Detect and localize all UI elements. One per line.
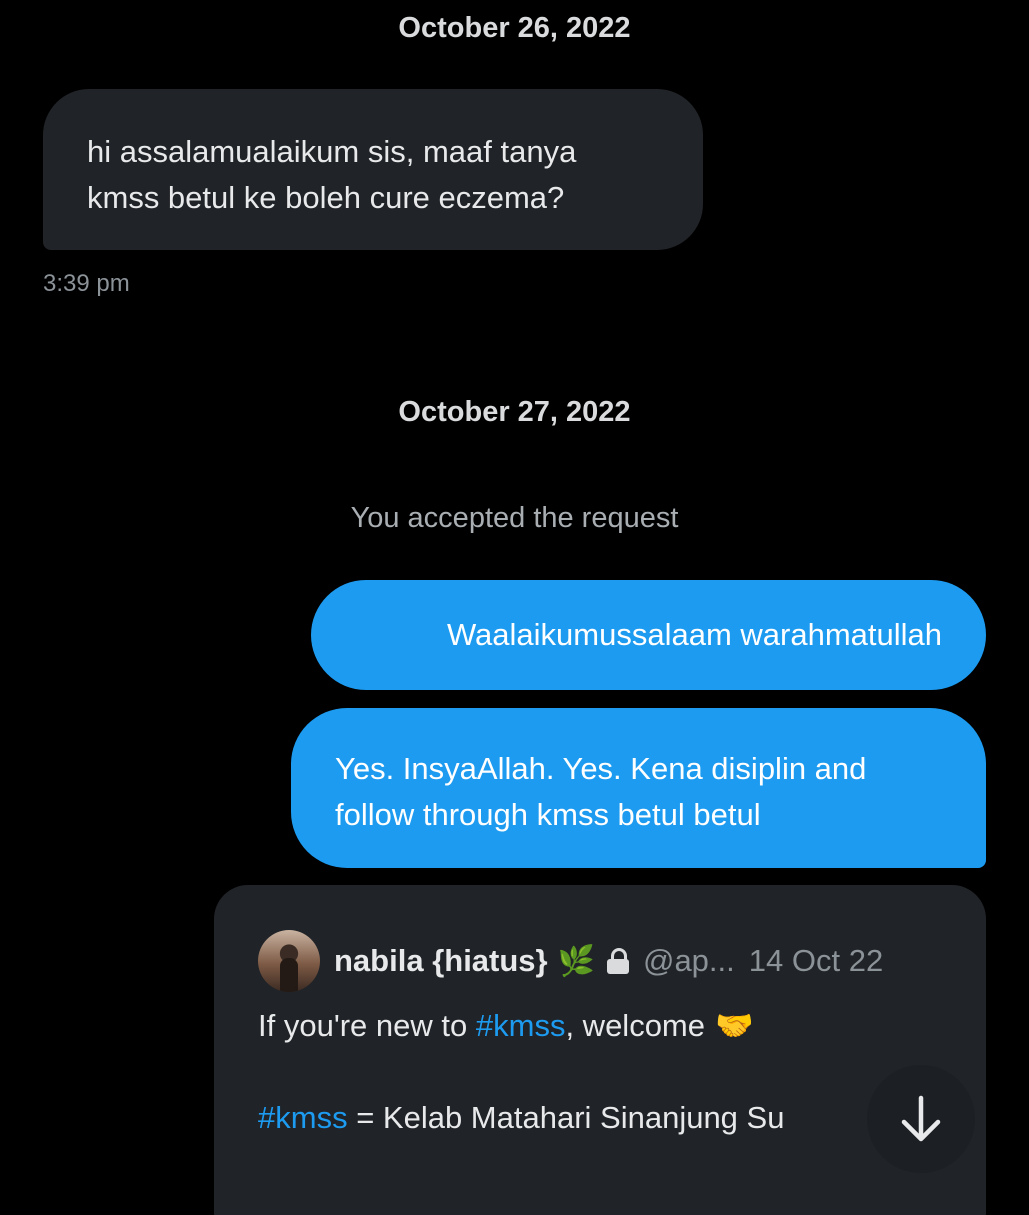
hashtag-link[interactable]: #kmss <box>476 1008 566 1043</box>
sent-message-bubble[interactable]: Waalaikumussalaam warahmatullah <box>311 580 986 690</box>
message-text: Waalaikumussalaam warahmatullah <box>446 617 942 652</box>
arrow-down-icon <box>901 1095 941 1142</box>
author-name: nabila {hiatus} <box>334 943 548 978</box>
request-accepted-note: You accepted the request <box>350 502 679 534</box>
message-text-line: hi assalamualaikum sis, maaf tanya <box>87 134 577 169</box>
date-separator: October 26, 2022 <box>398 12 631 44</box>
herb-emoji: 🌿 <box>557 944 595 978</box>
author-handle: @ap... <box>642 943 735 978</box>
post-text-line: #kmss = Kelab Matahari Sinanjung Su <box>258 1095 942 1141</box>
post-text: = Kelab Matahari Sinanjung Su <box>347 1100 785 1135</box>
lock-icon <box>606 948 629 974</box>
received-message-bubble[interactable]: hi assalamualaikum sis, maaf tanya kmss … <box>43 89 703 250</box>
message-text-line: follow through kmss betul betul <box>335 797 761 832</box>
quoted-post-card[interactable]: nabila {hiatus} 🌿 @ap... 14 Oct 22 If yo… <box>214 885 986 1215</box>
sent-message-bubble[interactable]: Yes. InsyaAllah. Yes. Kena disiplin and … <box>291 708 986 868</box>
post-date: 14 Oct 22 <box>748 943 884 978</box>
date-separator: October 27, 2022 <box>398 396 631 428</box>
quoted-post-header: nabila {hiatus} 🌿 @ap... 14 Oct 22 <box>258 929 942 993</box>
avatar[interactable] <box>258 930 320 992</box>
post-text-line: If you're new to #kmss, welcome 🤝 <box>258 1003 942 1049</box>
message-text-line: kmss betul ke boleh cure eczema? <box>87 180 565 215</box>
hashtag-link[interactable]: #kmss <box>258 1100 348 1135</box>
message-text-line: Yes. InsyaAllah. Yes. Kena disiplin and <box>335 751 867 786</box>
post-text: , welcome <box>565 1008 705 1043</box>
message-timestamp: 3:39 pm <box>43 270 130 297</box>
scroll-to-bottom-button[interactable] <box>867 1065 975 1173</box>
handshake-emoji: 🤝 <box>715 1008 754 1043</box>
post-text: If you're new to <box>258 1008 476 1043</box>
